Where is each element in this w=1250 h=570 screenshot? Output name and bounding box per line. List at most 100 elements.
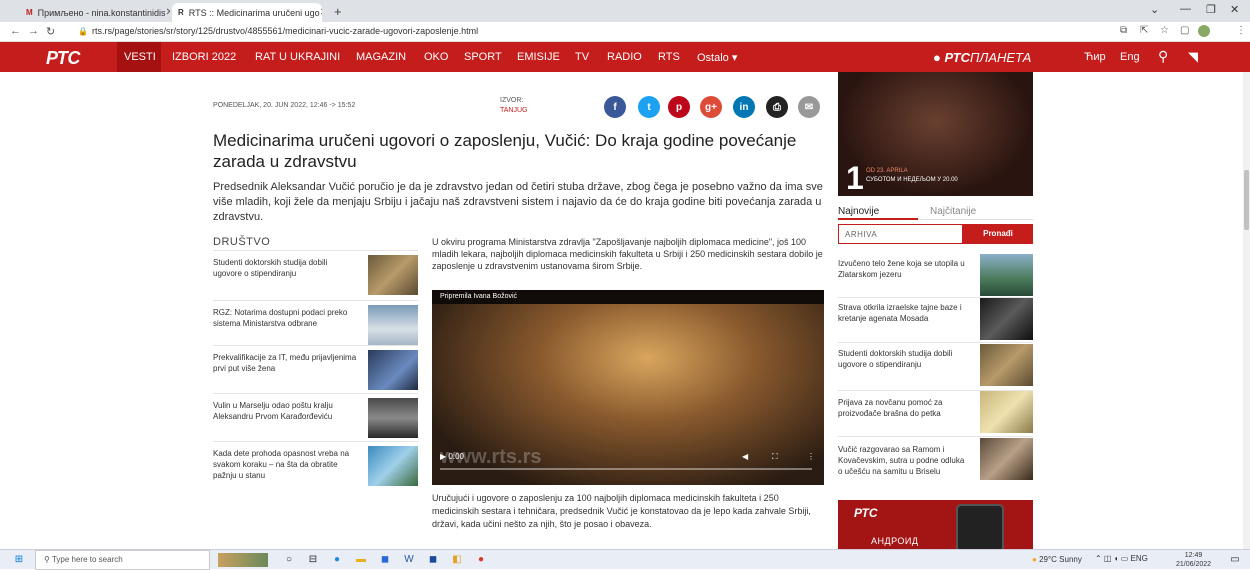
latest-item-text[interactable]: Vučić razgovarao sa Ramom i Kovačevskim,… — [838, 444, 970, 477]
nav-oko[interactable]: OKO — [424, 51, 448, 63]
notifications-icon[interactable]: ▭ — [1228, 553, 1242, 567]
latest-thumb-image[interactable] — [980, 438, 1033, 480]
tab-search-icon[interactable]: ⌄ — [1150, 3, 1159, 16]
pinterest-share-icon[interactable]: p — [668, 96, 690, 118]
system-tray[interactable]: ⌃ ◫ ◖ ▭ ENG — [1095, 554, 1148, 563]
lang-cyrillic[interactable]: Ћир — [1084, 51, 1106, 63]
twitter-share-icon[interactable]: t — [638, 96, 660, 118]
nav-emisije[interactable]: EMISIJE — [517, 51, 560, 63]
email-share-icon[interactable]: ✉ — [798, 96, 820, 118]
file-explorer-icon[interactable]: ▬ — [354, 553, 368, 567]
latest-item-text[interactable]: Studenti doktorskih studija dobili ugovo… — [838, 348, 970, 370]
video-menu-icon[interactable]: ⋮ — [807, 452, 815, 461]
nav-izbori[interactable]: IZBORI 2022 — [172, 51, 236, 63]
video-player[interactable]: Pripremila Ivana Božović www.rts.rs ▶ 0:… — [432, 290, 824, 485]
minimize-icon[interactable]: — — [1180, 3, 1191, 15]
nav-vesti[interactable]: VESTI — [124, 51, 156, 63]
related-thumb-image[interactable] — [368, 446, 418, 486]
word-icon[interactable]: W — [402, 553, 416, 567]
scrollbar-thumb[interactable] — [1244, 170, 1249, 230]
taskbar-clock[interactable]: 12:49 21/06/2022 — [1176, 551, 1211, 569]
related-item-text[interactable]: Studenti doktorskih studija dobili ugovo… — [213, 257, 358, 279]
related-thumb-image[interactable] — [368, 305, 418, 345]
facebook-share-icon[interactable]: f — [604, 96, 626, 118]
tab-gmail[interactable]: M Примљено - nina.konstantinidis ✕ — [20, 3, 170, 22]
search-icon[interactable]: ⚲ — [1158, 48, 1168, 65]
related-item-text[interactable]: Vulin u Marselju odao poštu kralju Aleks… — [213, 400, 358, 422]
play-icon[interactable]: ▶ — [440, 452, 446, 461]
menu-kebab-icon[interactable]: ⋮ — [1236, 25, 1246, 36]
latest-thumb-image[interactable] — [980, 254, 1033, 296]
section-label[interactable]: DRUŠTVO — [213, 236, 270, 248]
related-item[interactable]: Studenti doktorskih studija dobili ugovo… — [213, 250, 418, 300]
edge-icon[interactable]: ● — [330, 553, 344, 567]
tab-latest[interactable]: Najnovije — [838, 206, 879, 217]
volume-icon[interactable]: ◀ — [742, 452, 748, 461]
lang-english[interactable]: Eng — [1120, 51, 1140, 63]
nav-tv[interactable]: TV — [575, 51, 589, 63]
fullscreen-icon[interactable]: ⛶ — [772, 452, 778, 462]
paint-icon[interactable]: ◧ — [450, 553, 464, 567]
restore-icon[interactable]: ❐ — [1206, 3, 1216, 16]
source-value[interactable]: TANJUG — [500, 106, 527, 116]
related-thumb-image[interactable] — [368, 255, 418, 295]
nav-radio[interactable]: RADIO — [607, 51, 642, 63]
nav-rts[interactable]: RTS — [658, 51, 680, 63]
tab-rts[interactable]: R RTS :: Medicinarima uručeni ugo ✕ — [172, 3, 322, 22]
rts-logo[interactable]: РТС — [46, 48, 80, 69]
nav-magazin[interactable]: MAGAZIN — [356, 51, 406, 63]
google-plus-share-icon[interactable]: g+ — [700, 96, 722, 118]
weather-widget[interactable]: ● 29°C Sunny — [1032, 555, 1082, 564]
close-window-icon[interactable]: ✕ — [1230, 3, 1239, 16]
language-indicator[interactable]: ENG — [1131, 554, 1148, 563]
new-tab-icon[interactable]: + — [334, 4, 342, 19]
scrollbar-track[interactable] — [1243, 72, 1250, 549]
related-item[interactable]: Prekvalifikacije za IT, među prijavljeni… — [213, 345, 418, 393]
store-icon[interactable]: ◼ — [378, 553, 392, 567]
video-progress-bar[interactable] — [440, 468, 812, 470]
close-tab-icon[interactable]: ✕ — [166, 7, 170, 18]
related-item[interactable]: Kada dete prohoda opasnost vreba na svak… — [213, 441, 418, 489]
latest-item-text[interactable]: Prijava za novčanu pomoć za proizvođače … — [838, 397, 970, 419]
task-view-icon[interactable]: ○ — [282, 553, 296, 567]
windows-start-icon[interactable]: ⊞ — [12, 553, 26, 567]
rss-icon[interactable]: ◥ — [1188, 49, 1198, 65]
latest-thumb-image[interactable] — [980, 391, 1033, 433]
translate-icon[interactable]: ⧉ — [1120, 25, 1127, 36]
share-page-icon[interactable]: ⇱ — [1140, 25, 1148, 36]
sidebar-icon[interactable]: ▢ — [1180, 25, 1189, 36]
url-field[interactable]: 🔒 rts.rs/page/stories/sr/story/125/drustv… — [78, 26, 478, 36]
archive-search-input[interactable]: ARHIVA — [838, 224, 963, 244]
related-item-text[interactable]: Kada dete prohoda opasnost vreba na svak… — [213, 448, 358, 481]
chrome-icon[interactable]: ● — [474, 553, 488, 567]
nav-sport[interactable]: SPORT — [464, 51, 502, 63]
related-item[interactable]: Vulin u Marselju odao poštu kralju Aleks… — [213, 393, 418, 441]
profile-avatar[interactable] — [1198, 25, 1210, 37]
close-tab-icon[interactable]: ✕ — [320, 7, 322, 18]
latest-thumb-image[interactable] — [980, 344, 1033, 386]
linkedin-share-icon[interactable]: in — [733, 96, 755, 118]
tab-most-read[interactable]: Najčitanije — [930, 206, 976, 217]
search-button[interactable]: Pronađi — [963, 224, 1033, 244]
forward-icon[interactable]: → — [28, 25, 39, 37]
promo-banner[interactable]: 1 OD 23. APRILA СУБОТОМ И НЕДЕЉОМ У 20.0… — [838, 72, 1033, 196]
latest-item-text[interactable]: Izvučeno telo žene koja se utopila u Zla… — [838, 258, 970, 280]
related-thumb-image[interactable] — [368, 398, 418, 438]
nav-ostalo[interactable]: Ostalo ▾ — [697, 51, 737, 64]
back-icon[interactable]: ← — [10, 25, 21, 37]
print-icon[interactable]: ⎙ — [766, 96, 788, 118]
reload-icon[interactable]: ↻ — [46, 25, 55, 38]
news-widget-icon[interactable] — [218, 553, 268, 567]
rts-app-ad[interactable]: РТС АНДРОИД — [838, 500, 1033, 549]
nav-rat-u-ukrajini[interactable]: RAT U UKRAJINI — [255, 51, 340, 63]
rts-planeta-link[interactable]: ● РТСПЛАНЕТА — [933, 50, 1031, 65]
latest-thumb-image[interactable] — [980, 298, 1033, 340]
related-item-text[interactable]: Prekvalifikacije za IT, među prijavljeni… — [213, 352, 358, 374]
bookmark-star-icon[interactable]: ☆ — [1160, 25, 1169, 36]
related-item[interactable]: RGZ: Notarima dostupni podaci preko sist… — [213, 300, 418, 350]
taskbar-search-input[interactable]: ⚲ Type here to search — [35, 550, 210, 570]
teams-icon[interactable]: ◼ — [426, 553, 440, 567]
related-thumb-image[interactable] — [368, 350, 418, 390]
widgets-icon[interactable]: ⊟ — [306, 553, 320, 567]
latest-item-text[interactable]: Strava otkrila izraelske tajne baze i kr… — [838, 302, 970, 324]
